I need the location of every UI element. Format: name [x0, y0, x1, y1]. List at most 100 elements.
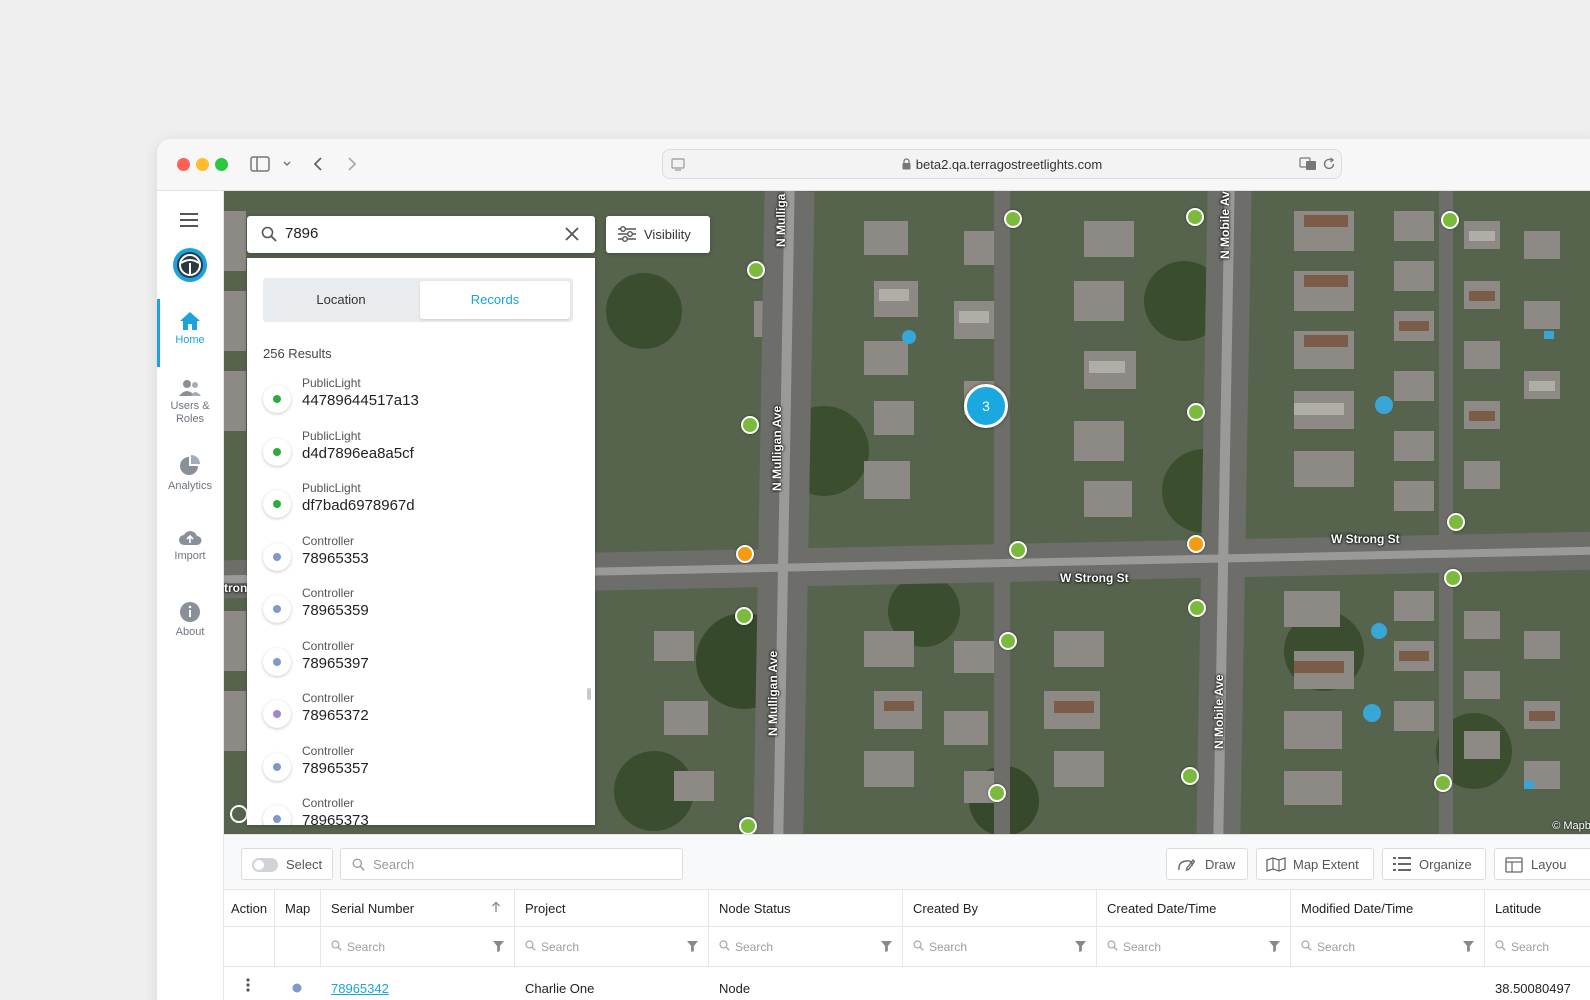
nav-item-analytics[interactable]: Analytics — [157, 455, 223, 493]
sort-ascending-icon[interactable] — [491, 890, 501, 927]
column-filter-input[interactable]: Search — [1485, 927, 1590, 967]
map-pin-warning[interactable] — [736, 545, 754, 563]
result-item[interactable]: PublicLight d4d7896ea8a5cf — [263, 429, 583, 479]
hamburger-menu-icon[interactable] — [180, 213, 198, 232]
column-header-modified-date[interactable]: Modified Date/Time — [1291, 890, 1485, 927]
sidebar-toggle-icon[interactable] — [249, 152, 271, 176]
map-pin-online[interactable] — [1186, 208, 1204, 226]
table-row[interactable]: 78965342 Charlie One Node 38.50080497 — [224, 967, 1590, 1000]
search-results-panel: Location Records 256 Results PublicLight… — [247, 258, 595, 825]
map-view[interactable]: N Mulliga N Mulligan Ave N Mulligan Ave … — [224, 191, 1590, 834]
close-window-button[interactable] — [177, 158, 190, 171]
row-actions-icon[interactable] — [246, 978, 250, 995]
map-pin-online[interactable] — [1181, 767, 1199, 785]
column-filter-input[interactable]: Search — [321, 927, 515, 967]
organize-button[interactable]: Organize — [1382, 848, 1486, 880]
draw-button[interactable]: Draw — [1166, 848, 1248, 880]
map-pin-online[interactable] — [739, 817, 757, 834]
column-header-serial-number[interactable]: Serial Number — [321, 890, 515, 927]
chevron-down-icon[interactable] — [281, 152, 293, 176]
result-item[interactable]: Controller 78965357 — [263, 744, 583, 794]
result-item[interactable]: Controller 78965353 — [263, 534, 583, 584]
search-input[interactable]: 7896 — [285, 225, 318, 242]
filter-funnel-icon[interactable] — [1463, 941, 1474, 955]
home-icon — [179, 312, 201, 334]
filter-funnel-icon[interactable] — [1075, 941, 1086, 955]
map-pin-online[interactable] — [1004, 210, 1022, 228]
map-extent-button[interactable]: Map Extent — [1256, 848, 1374, 880]
column-filter-input[interactable]: Search — [903, 927, 1097, 967]
map-pin-online[interactable] — [988, 784, 1006, 802]
select-toggle-button[interactable]: Select — [241, 848, 333, 880]
column-header-map[interactable]: Map — [275, 890, 321, 927]
results-tab-switcher: Location Records — [263, 278, 573, 322]
maximize-window-button[interactable] — [215, 158, 228, 171]
tab-location[interactable]: Location — [266, 281, 416, 319]
map-pin-online[interactable] — [1441, 211, 1459, 229]
result-item[interactable]: PublicLight 44789644517a13 — [263, 376, 583, 426]
search-icon — [1107, 940, 1118, 954]
column-filter-input[interactable]: Search — [709, 927, 903, 967]
map-pin-online[interactable] — [1188, 599, 1206, 617]
serial-number-link[interactable]: 78965342 — [331, 981, 389, 996]
map-pin-online[interactable] — [999, 632, 1017, 650]
column-header-created-date[interactable]: Created Date/Time — [1097, 890, 1291, 927]
map-pin-online[interactable] — [1444, 569, 1462, 587]
filter-funnel-icon[interactable] — [687, 941, 698, 955]
select-toggle[interactable] — [252, 858, 278, 872]
result-item[interactable]: PublicLight df7bad6978967d — [263, 481, 583, 531]
street-label: N Mobile Av — [1218, 191, 1232, 259]
result-item[interactable]: Controller 78965372 — [263, 691, 583, 741]
column-header-latitude[interactable]: Latitude — [1485, 890, 1590, 927]
result-type: Controller — [302, 533, 355, 548]
result-item[interactable]: Controller 78965359 — [263, 586, 583, 636]
translate-icon[interactable] — [1299, 157, 1317, 176]
nav-item-home[interactable]: Home — [157, 311, 223, 347]
map-pin-online[interactable] — [1447, 513, 1465, 531]
map-pin-online[interactable] — [1009, 541, 1027, 559]
back-icon[interactable] — [310, 152, 326, 176]
status-dot-icon — [263, 595, 291, 623]
result-type: PublicLight — [302, 428, 361, 443]
map-pin-online[interactable] — [735, 607, 753, 625]
map-pin-online[interactable] — [741, 416, 759, 434]
filter-funnel-icon[interactable] — [493, 941, 504, 955]
column-filter-input[interactable]: Search — [1097, 927, 1291, 967]
reload-icon[interactable] — [1322, 157, 1336, 176]
map-pin-warning[interactable] — [1187, 535, 1205, 553]
results-scrollbar[interactable] — [587, 688, 591, 700]
table-search-input[interactable]: Search — [340, 848, 683, 880]
map-cluster-marker[interactable]: 3 — [964, 384, 1008, 428]
clear-search-icon[interactable] — [565, 227, 579, 246]
draw-icon — [1177, 856, 1196, 875]
layout-button[interactable]: Layou — [1494, 848, 1590, 880]
map-pin-online[interactable] — [1187, 403, 1205, 421]
row-map-icon[interactable] — [292, 981, 302, 996]
street-label: N Mobile Ave — [1212, 674, 1226, 749]
forward-icon[interactable] — [344, 152, 360, 176]
column-header-project[interactable]: Project — [515, 890, 709, 927]
map-search-box[interactable]: 7896 — [247, 216, 595, 253]
nav-item-about[interactable]: About — [157, 601, 223, 639]
column-header-node-status[interactable]: Node Status — [709, 890, 903, 927]
map-pin-online[interactable] — [1434, 774, 1452, 792]
column-filter-input[interactable]: Search — [515, 927, 709, 967]
column-filter-input[interactable]: Search — [1291, 927, 1485, 967]
map-pin-online[interactable] — [747, 261, 765, 279]
result-type: Controller — [302, 743, 355, 758]
project-cell: Charlie One — [525, 981, 595, 996]
filter-funnel-icon[interactable] — [1269, 941, 1280, 955]
filter-funnel-icon[interactable] — [881, 941, 892, 955]
result-item[interactable]: Controller 78965397 — [263, 639, 583, 689]
column-header-action[interactable]: Action — [224, 890, 275, 927]
nav-item-import[interactable]: Import — [157, 529, 223, 563]
column-header-created-by[interactable]: Created By — [903, 890, 1097, 927]
status-dot-icon — [263, 647, 291, 676]
result-item[interactable]: Controller 78965373 — [263, 796, 583, 825]
address-bar[interactable]: beta2.qa.terragostreetlights.com — [662, 149, 1342, 179]
nav-item-users-roles[interactable]: Users & Roles — [157, 379, 223, 426]
minimize-window-button[interactable] — [196, 158, 209, 171]
map-attribution: © Mapbo — [1552, 820, 1590, 832]
tab-records[interactable]: Records — [420, 281, 570, 319]
visibility-button[interactable]: Visibility — [606, 216, 710, 253]
